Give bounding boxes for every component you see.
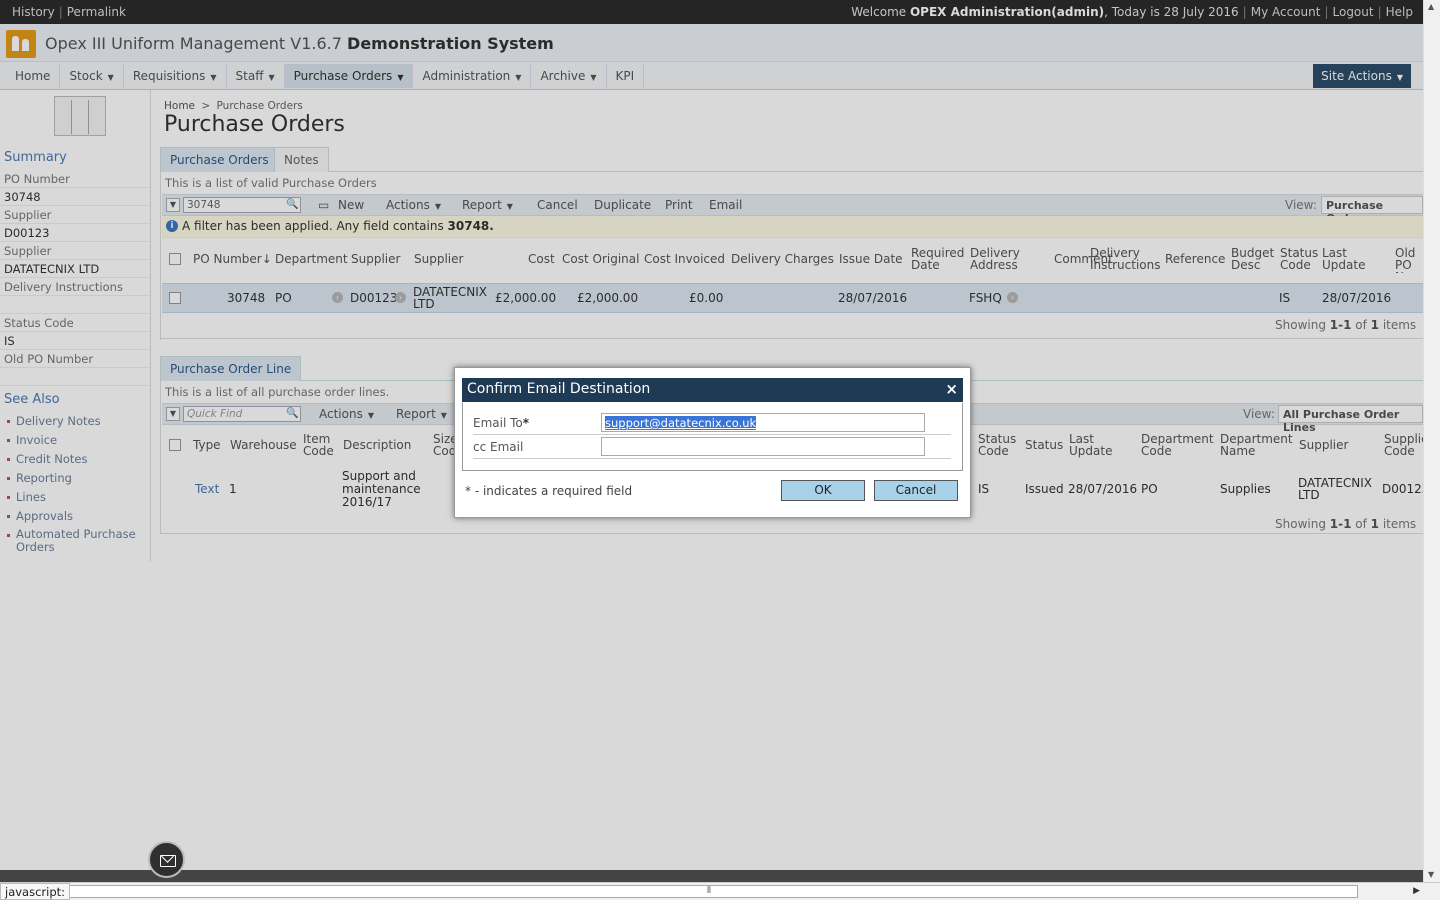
scroll-up-icon[interactable]: ▲ [1428,2,1434,11]
horizontal-scrollbar[interactable]: ⦀ ▶ [0,882,1440,900]
bottom-bar [0,870,1423,882]
cc-email-label: cc Email [473,440,524,454]
required-note: * - indicates a required field [465,484,633,498]
dialog-body: Email To* support@datatecnix.co.uk cc Em… [462,403,963,471]
email-to-value: support@datatecnix.co.uk [605,416,757,430]
cc-email-field[interactable] [601,437,925,456]
status-bar-text: javascript: [0,883,71,900]
email-to-label: Email To [473,416,523,430]
vertical-scrollbar[interactable]: ▲ ▼ [1423,0,1440,882]
dialog-titlebar: Confirm Email Destination × [462,378,963,402]
confirm-email-dialog: Confirm Email Destination × Email To* su… [454,367,971,518]
email-to-field[interactable]: support@datatecnix.co.uk [601,413,925,432]
required-marker: * [522,416,530,430]
email-to-row: Email To* support@datatecnix.co.uk [473,411,951,435]
mail-icon[interactable] [148,841,185,878]
cancel-button[interactable]: Cancel [874,480,958,501]
scrollbar-thumb[interactable]: ⦀ [60,885,1358,898]
cc-email-row: cc Email [473,435,951,459]
ok-button[interactable]: OK [781,480,865,501]
close-icon[interactable]: × [945,380,958,398]
dialog-title: Confirm Email Destination [467,381,651,397]
scroll-down-icon[interactable]: ▼ [1428,870,1434,879]
scroll-right-icon[interactable]: ▶ [1413,886,1420,896]
